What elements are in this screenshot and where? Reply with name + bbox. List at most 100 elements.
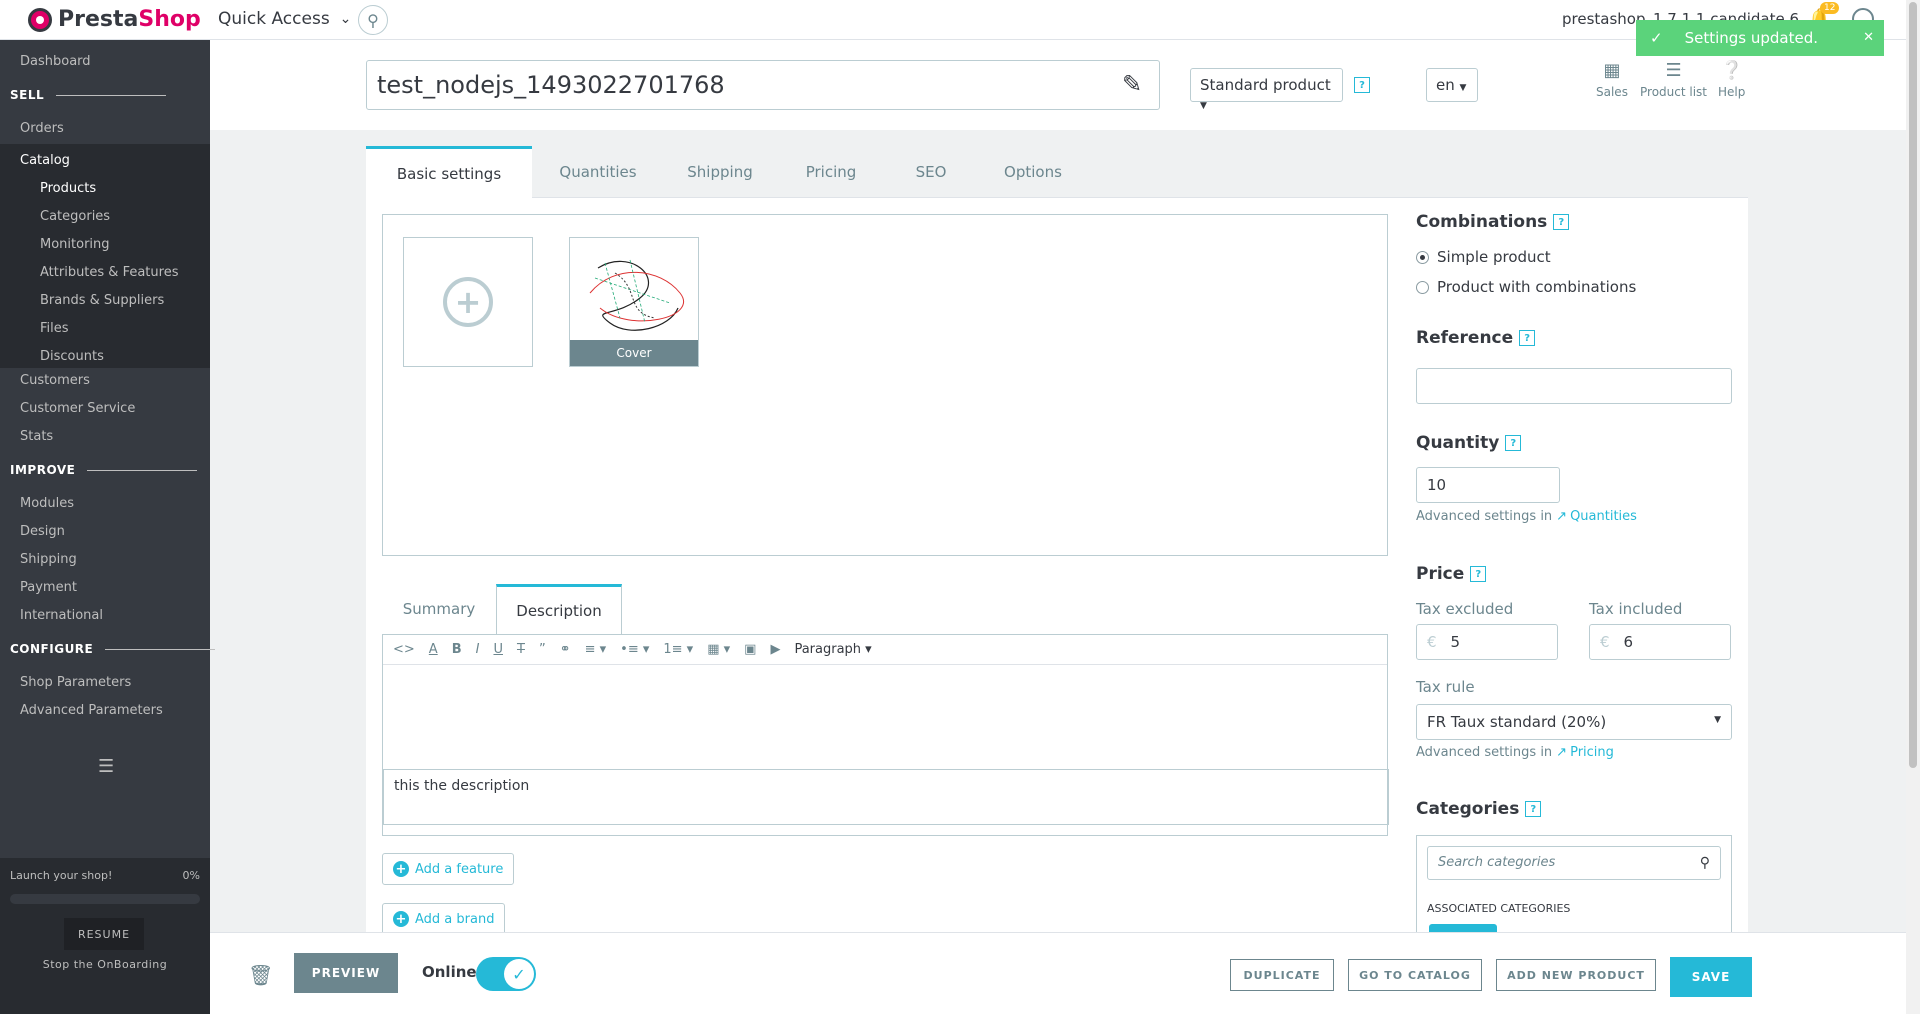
sidebar-item-catalog[interactable]: Catalog xyxy=(20,153,70,168)
tab-options[interactable]: Options xyxy=(976,146,1090,198)
price-excl-value: 5 xyxy=(1450,633,1461,651)
language-select[interactable]: en ▼ xyxy=(1426,68,1478,102)
online-toggle[interactable]: ✓ xyxy=(476,957,536,991)
description-textarea[interactable]: this the description xyxy=(383,769,1389,825)
quantities-advanced-settings: Advanced settings in ↗ Quantities xyxy=(1416,509,1637,524)
reference-input[interactable] xyxy=(1416,368,1732,404)
search-icon[interactable]: ⚲ xyxy=(1700,855,1710,871)
tax-rule-select[interactable]: FR Taux standard (20%) ▼ xyxy=(1416,704,1732,740)
add-new-product-button[interactable]: ADD NEW PRODUCT xyxy=(1496,959,1656,991)
sidebar-item-payment[interactable]: Payment xyxy=(20,580,77,595)
notification-badge: 12 xyxy=(1820,2,1840,14)
save-button[interactable]: SAVE xyxy=(1670,957,1752,997)
tab-quantities[interactable]: Quantities xyxy=(532,146,664,198)
product-type-select[interactable]: Standard product ▼ xyxy=(1190,68,1343,111)
sidebar-item-attributes[interactable]: Attributes & Features xyxy=(40,265,178,280)
quantity-input[interactable]: 10 xyxy=(1416,467,1560,503)
combinations-radio[interactable]: Product with combinations xyxy=(1416,278,1636,296)
sidebar-item-monitoring[interactable]: Monitoring xyxy=(40,237,110,252)
duplicate-button[interactable]: DUPLICATE xyxy=(1230,959,1334,991)
sidebar-item-modules[interactable]: Modules xyxy=(20,496,74,511)
product-name-input[interactable]: test_nodejs_1493022701768 xyxy=(366,60,1160,110)
tab-shipping[interactable]: Shipping xyxy=(664,146,776,198)
help-icon[interactable]: ? xyxy=(1470,566,1487,582)
search-categories-input[interactable]: Search categories ⚲ xyxy=(1427,846,1721,880)
tab-basic-settings[interactable]: Basic settings xyxy=(366,146,532,198)
tab-description[interactable]: Description xyxy=(496,584,622,634)
strikethrough-icon[interactable]: T xyxy=(517,642,525,657)
help-icon[interactable]: ? xyxy=(1525,801,1542,817)
add-feature-button[interactable]: + Add a feature xyxy=(382,853,515,885)
align-icon[interactable]: ≡ ▾ xyxy=(585,642,607,657)
bullet-list-icon[interactable]: •≡ ▾ xyxy=(620,642,649,657)
pricing-link[interactable]: ↗ Pricing xyxy=(1556,745,1614,760)
sidebar-item-products[interactable]: Products xyxy=(40,181,96,196)
simple-product-radio[interactable]: Simple product xyxy=(1416,248,1551,266)
sidebar-item-international[interactable]: International xyxy=(20,608,103,623)
sidebar-item-orders[interactable]: Orders xyxy=(20,121,64,136)
video-icon[interactable]: ▶ xyxy=(770,642,780,657)
image-icon[interactable]: ▣ xyxy=(744,642,756,657)
page-scrollbar[interactable] xyxy=(1906,0,1920,1014)
close-icon[interactable]: ✕ xyxy=(1863,30,1874,45)
price-tax-excluded-input[interactable]: €5 xyxy=(1416,624,1558,660)
help-icon[interactable]: ? xyxy=(1354,77,1370,93)
cover-image-thumbnail[interactable]: Cover xyxy=(569,237,699,367)
trash-icon[interactable]: 🗑 xyxy=(248,963,273,987)
quantities-link[interactable]: ↗ Quantities xyxy=(1556,509,1637,524)
quick-access-dropdown[interactable]: Quick Access ⌄ xyxy=(218,9,351,29)
quote-icon[interactable]: ” xyxy=(539,642,546,657)
sidebar-item-categories[interactable]: Categories xyxy=(40,209,110,224)
help-icon[interactable]: ? xyxy=(1505,435,1522,451)
help-icon[interactable]: ? xyxy=(1553,214,1570,230)
tab-summary[interactable]: Summary xyxy=(382,584,496,634)
language-value: en xyxy=(1436,76,1455,94)
product-images-dropzone[interactable]: + Cover xyxy=(382,214,1388,556)
price-heading: Price ? xyxy=(1416,564,1487,584)
preview-button[interactable]: PREVIEW xyxy=(294,953,398,993)
stop-onboarding-link[interactable]: Stop the OnBoarding xyxy=(0,958,210,971)
sidebar-item-customer-service[interactable]: Customer Service xyxy=(20,401,135,416)
text-color-icon[interactable]: A xyxy=(429,642,438,657)
code-icon[interactable]: <> xyxy=(393,642,415,657)
product-list-action[interactable]: ☰ Product list xyxy=(1640,60,1707,99)
sidebar-item-brands[interactable]: Brands & Suppliers xyxy=(40,293,164,308)
search-icon[interactable]: ⚲ xyxy=(358,5,388,35)
numbered-list-icon[interactable]: 1≡ ▾ xyxy=(663,642,693,657)
section-label: CONFIGURE xyxy=(10,642,94,656)
add-image-button[interactable]: + xyxy=(403,237,533,367)
add-brand-button[interactable]: + Add a brand xyxy=(382,903,506,935)
categories-label: Categories xyxy=(1416,799,1520,819)
resume-button[interactable]: RESUME xyxy=(64,918,144,950)
tab-seo[interactable]: SEO xyxy=(886,146,976,198)
sidebar-item-advanced-parameters[interactable]: Advanced Parameters xyxy=(20,703,163,718)
underline-icon[interactable]: U xyxy=(493,642,503,657)
sidebar-item-design[interactable]: Design xyxy=(20,524,65,539)
link-icon[interactable]: ⚭ xyxy=(560,642,571,657)
sidebar-item-discounts[interactable]: Discounts xyxy=(40,349,104,364)
simple-product-label: Simple product xyxy=(1437,248,1551,266)
description-editor: <> A B I U T ” ⚭ ≡ ▾ •≡ ▾ 1≡ ▾ ▦ ▾ ▣ ▶ P… xyxy=(382,634,1389,836)
sidebar-item-dashboard[interactable]: Dashboard xyxy=(20,54,91,69)
bold-icon[interactable]: B xyxy=(452,642,462,657)
scrollbar-thumb[interactable] xyxy=(1909,2,1917,768)
sidebar-item-customers[interactable]: Customers xyxy=(20,373,90,388)
prestashop-logo[interactable]: Presta Shop xyxy=(28,7,201,32)
combinations-radio-label: Product with combinations xyxy=(1437,278,1637,296)
sales-action[interactable]: ▦ Sales xyxy=(1596,60,1628,99)
go-to-catalog-button[interactable]: GO TO CATALOG xyxy=(1348,959,1482,991)
sidebar-item-shipping[interactable]: Shipping xyxy=(20,552,77,567)
price-tax-included-input[interactable]: €6 xyxy=(1589,624,1731,660)
product-type-value: Standard product xyxy=(1200,76,1331,94)
sidebar-item-files[interactable]: Files xyxy=(40,321,69,336)
tax-included-label: Tax included xyxy=(1589,600,1683,618)
help-icon[interactable]: ? xyxy=(1519,330,1536,346)
table-icon[interactable]: ▦ ▾ xyxy=(707,642,730,657)
paragraph-format-select[interactable]: Paragraph ▾ xyxy=(794,642,871,657)
menu-collapse-icon[interactable]: ☰ xyxy=(98,756,114,777)
help-action[interactable]: ❔ Help xyxy=(1718,60,1745,99)
sidebar-item-shop-parameters[interactable]: Shop Parameters xyxy=(20,675,131,690)
tab-pricing[interactable]: Pricing xyxy=(776,146,886,198)
sidebar-item-stats[interactable]: Stats xyxy=(20,429,53,444)
italic-icon[interactable]: I xyxy=(476,642,480,657)
